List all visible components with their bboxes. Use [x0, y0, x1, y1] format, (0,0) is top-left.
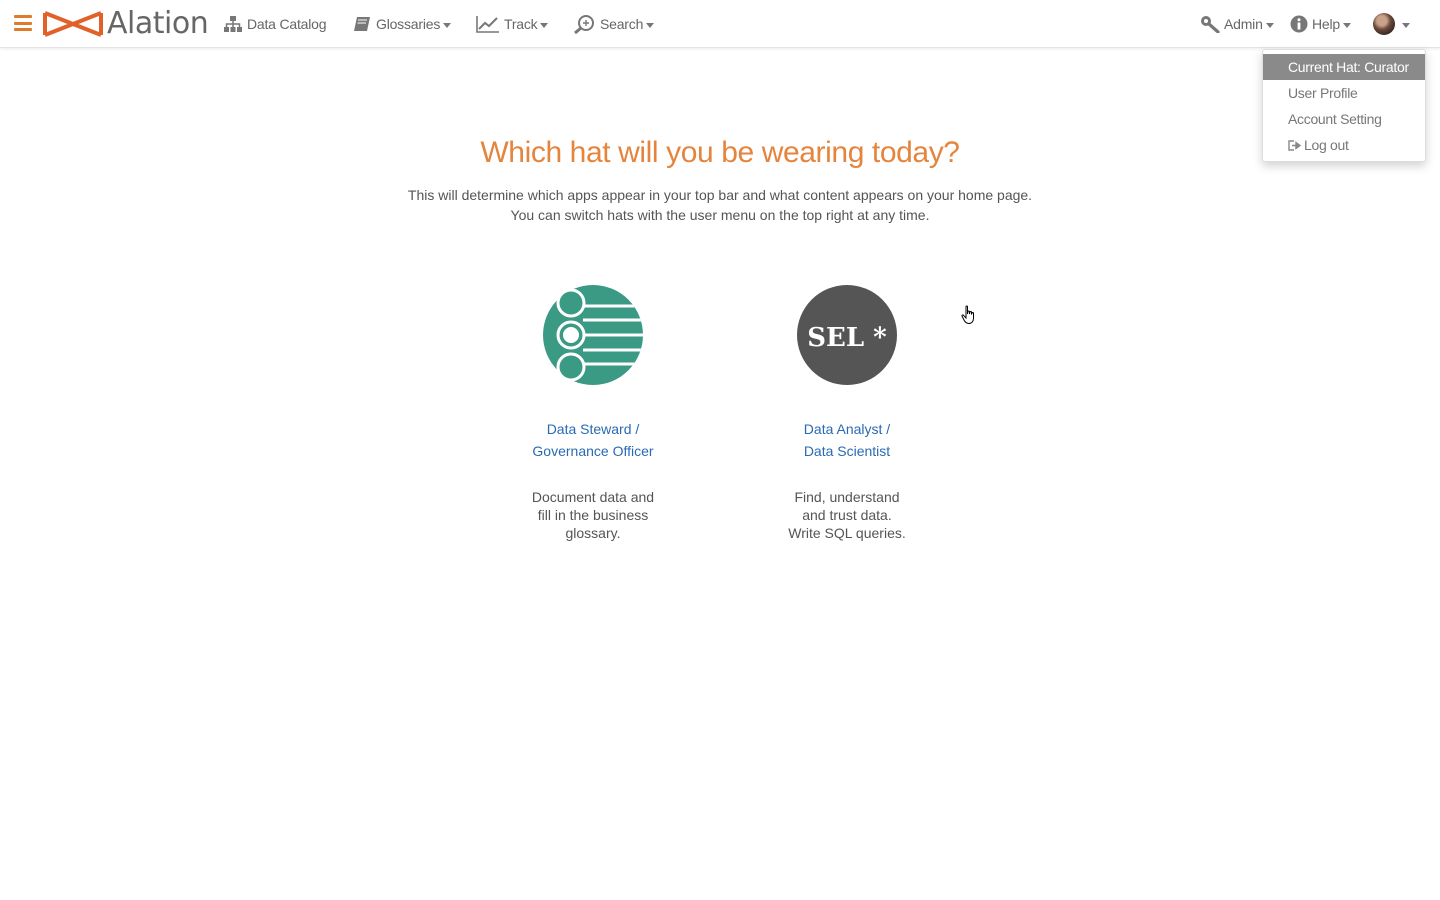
nav-glossaries[interactable]: Glossaries [352, 0, 452, 48]
nav-data-catalog[interactable]: Data Catalog [223, 0, 327, 48]
wrench-icon [1200, 15, 1220, 33]
chevron-down-icon [1265, 22, 1274, 28]
avatar [1373, 13, 1395, 35]
hat-desc-line: Document data and [531, 489, 655, 505]
nav-search[interactable]: Search [574, 0, 655, 48]
chevron-down-icon [1343, 22, 1351, 28]
book-icon [352, 15, 372, 33]
steward-icon [543, 285, 643, 385]
nav-admin-label: Admin [1224, 16, 1263, 32]
hat-title-line: Governance Officer [532, 443, 654, 459]
nav-search-label: Search [600, 16, 644, 32]
hat-option-data-analyst[interactable]: SEL * Data Analyst / Data Scientist Find… [757, 285, 937, 542]
menu-item-label: User Profile [1288, 85, 1358, 101]
menu-item-label: Account Setting [1288, 111, 1382, 127]
subtitle-line: You can switch hats with the user menu o… [510, 207, 930, 223]
menu-item-current-hat[interactable]: Current Hat: Curator [1263, 54, 1425, 80]
chevron-down-icon [443, 22, 452, 28]
menu-item-label: Current Hat: Curator [1288, 59, 1409, 75]
nav-help-label: Help [1312, 16, 1340, 32]
nav-glossaries-label: Glossaries [376, 16, 441, 32]
subtitle-line: This will determine which apps appear in… [407, 187, 1033, 203]
alation-bowtie-icon [43, 11, 103, 37]
top-navbar: Alation Data Catalog Glossaries Track Se… [0, 0, 1440, 48]
hamburger-menu-icon[interactable] [14, 15, 32, 31]
hat-title-line: Data Analyst / [803, 421, 891, 437]
brand-name: Alation [107, 6, 209, 41]
nav-admin[interactable]: Admin [1200, 0, 1274, 48]
hat-desc-line: Find, understand [794, 489, 900, 505]
hat-description: Document data and fill in the business g… [503, 488, 683, 542]
chevron-down-icon [1402, 22, 1410, 28]
page-title: Which hat will you be wearing today? [480, 136, 960, 169]
sql-icon: SEL * [797, 285, 897, 385]
hat-title-line: Data Scientist [803, 443, 891, 459]
menu-item-account-setting[interactable]: Account Setting [1263, 106, 1425, 132]
user-menu-toggle[interactable] [1373, 0, 1410, 48]
alation-logo[interactable]: Alation [43, 6, 209, 41]
nav-track-label: Track [504, 16, 538, 32]
info-icon [1290, 15, 1308, 33]
hat-option-data-steward[interactable]: Data Steward / Governance Officer Docume… [503, 285, 683, 542]
nav-data-catalog-label: Data Catalog [247, 16, 327, 32]
hat-desc-line: Write SQL queries. [788, 525, 906, 541]
chevron-down-icon [540, 22, 549, 28]
page-subtitle: This will determine which apps appear in… [0, 185, 1440, 225]
hat-title[interactable]: Data Steward / Governance Officer [503, 418, 683, 462]
hat-title-line: Data Steward / [546, 421, 640, 437]
hat-desc-line: fill in the business [537, 507, 649, 523]
chevron-down-icon [646, 22, 655, 28]
nav-help[interactable]: Help [1290, 0, 1351, 48]
search-icon [574, 14, 596, 34]
hat-title[interactable]: Data Analyst / Data Scientist [757, 418, 937, 462]
line-chart-icon [476, 15, 500, 33]
menu-item-user-profile[interactable]: User Profile [1263, 80, 1425, 106]
sql-icon-text: SEL * [807, 323, 887, 353]
hat-desc-line: and trust data. [802, 507, 892, 523]
hat-desc-line: glossary. [565, 525, 621, 541]
hat-description: Find, understand and trust data. Write S… [757, 488, 937, 542]
nav-track[interactable]: Track [476, 0, 549, 48]
hand-cursor-icon [961, 305, 974, 325]
sitemap-icon [223, 15, 243, 33]
